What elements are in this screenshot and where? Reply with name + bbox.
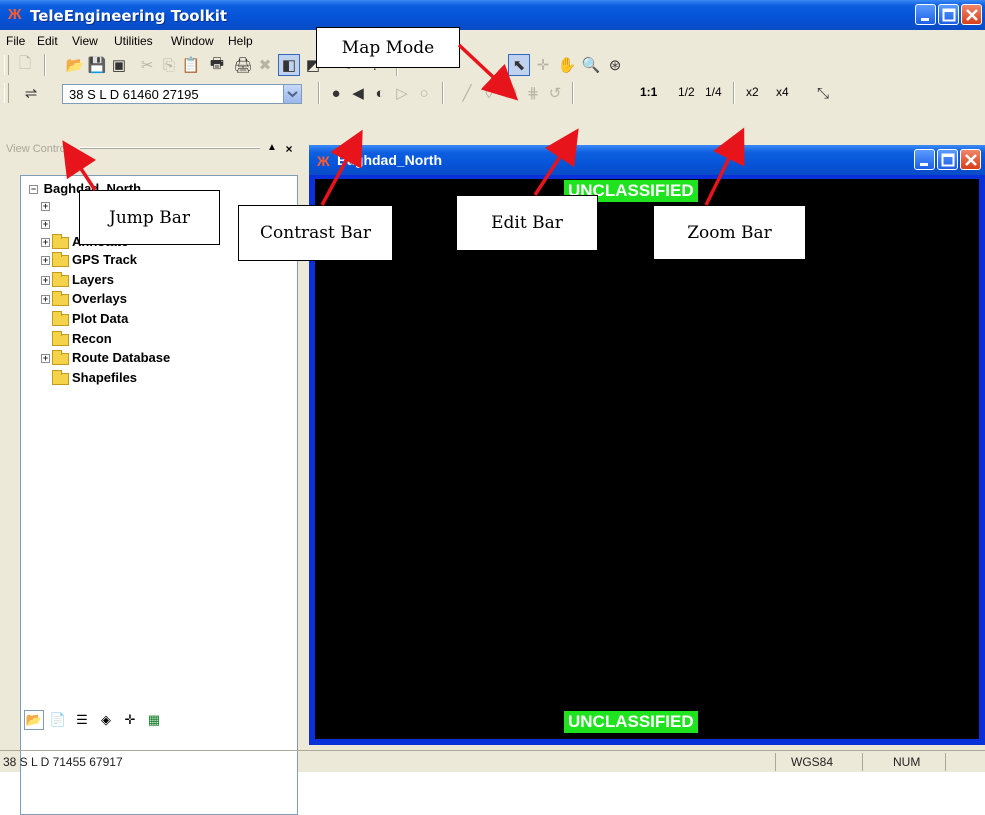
arrow-contrast-bar [320, 129, 363, 206]
callout-arrows [62, 43, 745, 206]
arrow-edit-bar [533, 128, 579, 196]
arrow-map-mode [457, 43, 519, 101]
arrow-jump-bar [62, 140, 97, 191]
arrow-zoom-bar [704, 127, 745, 206]
